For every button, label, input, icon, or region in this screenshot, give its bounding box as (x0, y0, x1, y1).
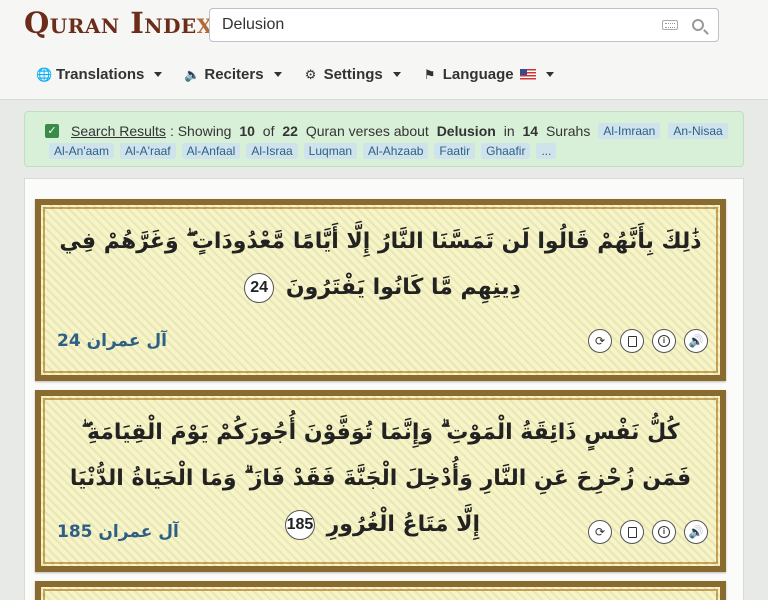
surah-tag[interactable]: Al-Ahzaab (363, 143, 429, 159)
pdf-icon (627, 526, 637, 538)
pdf-button[interactable] (620, 329, 644, 353)
info-icon: i (658, 335, 670, 347)
share-button[interactable]: ⟳ (588, 329, 612, 353)
play-audio-button[interactable]: 🔊 (684, 520, 708, 544)
speaker-icon: 🔊 (688, 525, 704, 539)
verse-card: ذَٰلِكَ بِأَنَّهُمْ قَالُوا لَن تَمَسَّن… (35, 199, 726, 381)
check-icon: ✓ (45, 124, 59, 138)
verse-card: كُلُّ نَفْسٍ ذَائِقَةُ الْمَوْتِ ۗ وَإِن… (35, 390, 726, 572)
more-surahs-tag[interactable]: ... (536, 143, 557, 159)
gear-icon: ⚙ (304, 66, 317, 82)
header: Quran Index 🌐 Translations 🔈 Reciters ⚙ … (0, 0, 768, 100)
play-audio-button[interactable]: 🔊 (684, 329, 708, 353)
results-list: ذَٰلِكَ بِأَنَّهُمْ قَالُوا لَن تَمَسَّن… (24, 178, 744, 600)
pdf-icon (627, 335, 637, 347)
surah-tag[interactable]: Luqman (303, 143, 358, 159)
speaker-icon: 🔊 (688, 334, 704, 348)
info-button[interactable]: i (652, 329, 676, 353)
nav-language[interactable]: ⚑ Language (423, 66, 554, 83)
verse-reference[interactable]: آل عمران 185 (57, 522, 179, 542)
caret-down-icon (545, 72, 554, 77)
us-flag-icon (519, 69, 536, 80)
surah-tag[interactable]: Al-Anfaal (181, 143, 241, 159)
keyboard-icon[interactable] (662, 20, 678, 30)
surah-tag[interactable]: An-Nisaa (668, 123, 728, 139)
verse-number: 24 (244, 273, 275, 303)
surah-tag[interactable]: Ghaafir (481, 143, 531, 159)
verse-controls: ⟳ i 🔊 (588, 329, 708, 353)
verse-card (35, 581, 726, 600)
surah-tag[interactable]: Al-A'raaf (119, 143, 176, 159)
verse-number: 185 (284, 510, 315, 540)
surah-tag[interactable]: Faatir (434, 143, 476, 159)
info-button[interactable]: i (652, 520, 676, 544)
verse-reference[interactable]: آل عمران 24 (57, 331, 167, 351)
caret-down-icon (154, 72, 163, 77)
nav-reciters[interactable]: 🔈 Reciters (184, 66, 282, 83)
share-icon: ⟳ (594, 334, 606, 348)
search-input[interactable] (210, 10, 662, 40)
share-icon: ⟳ (594, 525, 606, 539)
flag-icon: ⚑ (423, 66, 436, 82)
logo[interactable]: Quran Index (24, 6, 213, 40)
caret-down-icon (273, 72, 282, 77)
nav-bar: 🌐 Translations 🔈 Reciters ⚙ Settings ⚑ L… (36, 66, 554, 83)
surah-tag[interactable]: Al-Imraan (598, 123, 661, 139)
verse-text: ذَٰلِكَ بِأَنَّهُمْ قَالُوا لَن تَمَسَّن… (59, 219, 702, 311)
search-results-link[interactable]: Search Results (71, 123, 166, 139)
nav-settings[interactable]: ⚙ Settings (304, 66, 401, 83)
info-icon: i (658, 526, 670, 538)
verse-controls: ⟳ i 🔊 (588, 520, 708, 544)
share-button[interactable]: ⟳ (588, 520, 612, 544)
surah-tag[interactable]: Al-Israa (246, 143, 298, 159)
caret-down-icon (392, 72, 401, 77)
search-box (209, 8, 719, 42)
results-banner: ✓ Search Results : Showing 10 of 22 Qura… (24, 111, 744, 167)
pdf-button[interactable] (620, 520, 644, 544)
nav-translations[interactable]: 🌐 Translations (36, 66, 163, 83)
globe-icon: 🌐 (36, 66, 53, 82)
search-icon[interactable] (692, 19, 704, 31)
speaker-icon: 🔈 (184, 66, 201, 82)
surah-tag[interactable]: Al-An'aam (49, 143, 114, 159)
